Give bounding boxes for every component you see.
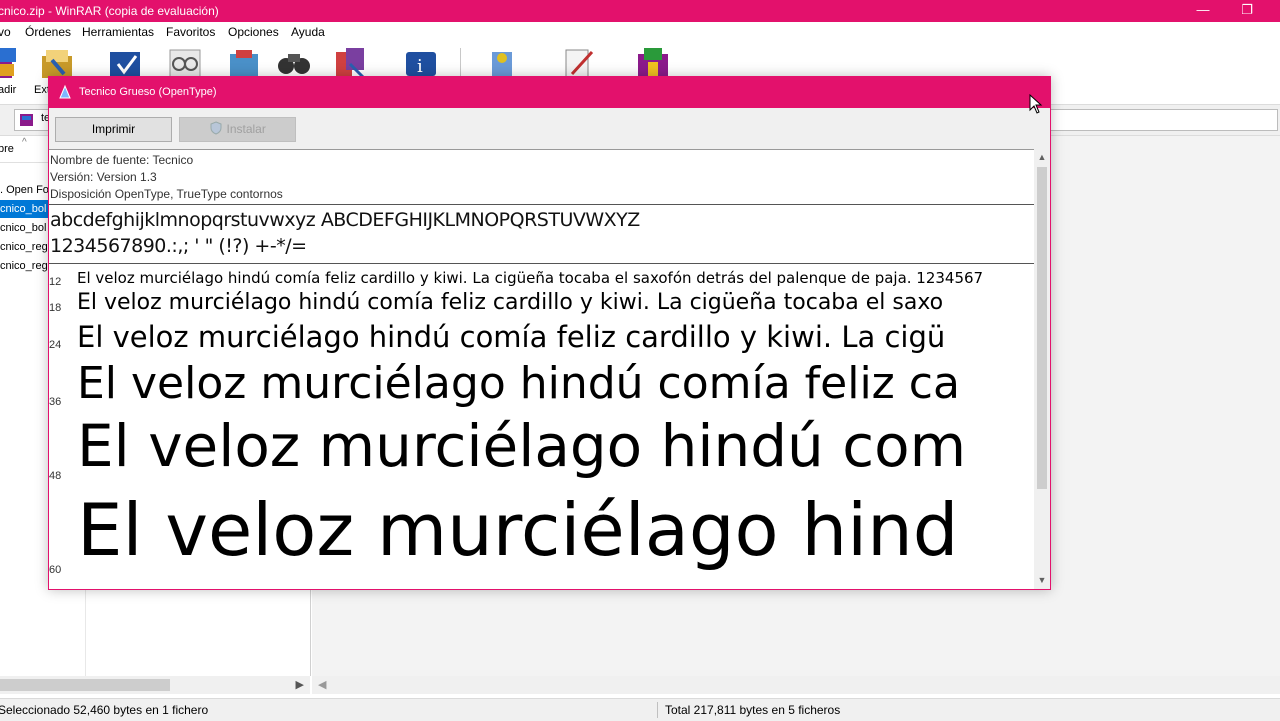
menu-tools[interactable]: Herramientas	[82, 22, 154, 42]
menu-help[interactable]: Ayuda	[291, 22, 325, 42]
menu-favorites[interactable]: Favoritos	[166, 22, 215, 42]
divider	[49, 204, 1034, 205]
status-bar: Seleccionado 52,460 bytes en 1 fichero T…	[0, 698, 1280, 721]
list-item[interactable]: cnico_reg	[0, 238, 48, 256]
dialog-title: Tecnico Grueso (OpenType)	[79, 86, 217, 98]
sample-line: El veloz murciélago hindú comía feliz ca	[77, 358, 960, 409]
preview-vertical-scrollbar[interactable]: ▲ ▼	[1034, 149, 1050, 588]
winrar-titlebar: cnico.zip - WinRAR (copia de evaluación)…	[0, 0, 1280, 22]
size-label: 12	[49, 276, 62, 288]
font-name: Nombre de fuente: Tecnico	[50, 153, 194, 167]
list-item[interactable]: cnico_reg	[0, 257, 48, 275]
install-button[interactable]: Instalar	[179, 117, 296, 142]
size-label: 60	[49, 564, 62, 576]
sample-line: El veloz murciélago hindú comía feliz ca…	[77, 269, 984, 287]
menu-options[interactable]: Opciones	[228, 22, 279, 42]
font-icon	[59, 84, 71, 99]
left-horizontal-scrollbar[interactable]: ▶	[0, 676, 310, 694]
font-viewer-dialog: Tecnico Grueso (OpenType) Imprimir Insta…	[48, 76, 1051, 590]
divider	[49, 263, 1034, 264]
print-button[interactable]: Imprimir	[55, 117, 172, 142]
digits-sample: 1234567890.:,; ' " (!?) +-*/=	[50, 235, 307, 257]
font-preview-area: Nombre de fuente: Tecnico Versión: Versi…	[49, 149, 1034, 589]
font-layout: Disposición OpenType, TrueType contornos	[50, 187, 283, 201]
list-item-open-folder[interactable]: . Open Fo	[0, 181, 49, 199]
install-label: Instalar	[226, 122, 266, 136]
chevron-up-icon[interactable]: ▲	[1034, 149, 1050, 165]
svg-text:i: i	[417, 56, 423, 77]
toolbar-add-label: adir	[0, 84, 17, 96]
status-divider	[657, 702, 658, 718]
dialog-titlebar: Tecnico Grueso (OpenType)	[49, 77, 1050, 108]
mouse-cursor-icon	[1029, 94, 1043, 114]
menu-file[interactable]: vo	[0, 22, 11, 42]
scroll-thumb[interactable]	[0, 679, 170, 691]
chevron-left-icon[interactable]: ◀	[318, 676, 326, 694]
sample-line: El veloz murciélago hindú comía feliz ca…	[77, 320, 946, 354]
size-label: 18	[49, 302, 62, 314]
minimize-button[interactable]: —	[1180, 0, 1226, 22]
scroll-thumb[interactable]	[1037, 167, 1047, 489]
sample-line: El veloz murciélago hindú com	[77, 412, 967, 480]
alphabet-sample: abcdefghijklmnopqrstuvwxyz ABCDEFGHIJKLM…	[50, 209, 640, 231]
right-horizontal-scrollbar[interactable]: ◀	[312, 676, 1280, 694]
window-title: cnico.zip - WinRAR (copia de evaluación)	[0, 4, 219, 18]
sample-line: El veloz murciélago hind	[77, 488, 959, 572]
shield-icon	[210, 121, 222, 135]
chevron-down-icon[interactable]: ▼	[1034, 572, 1050, 588]
font-version: Versión: Version 1.3	[50, 170, 157, 184]
sort-caret-icon: ^	[22, 137, 27, 148]
add-archive-icon[interactable]	[0, 46, 28, 82]
size-label: 24	[49, 339, 62, 351]
restore-button[interactable]: ❐	[1224, 0, 1270, 22]
status-total: Total 217,811 bytes en 5 ficheros	[665, 703, 841, 717]
list-item-selected[interactable]: cnico_bol	[0, 200, 50, 218]
size-label: 36	[49, 396, 62, 408]
status-selected: Seleccionado 52,460 bytes en 1 fichero	[0, 703, 209, 717]
sample-line: El veloz murciélago hindú comía feliz ca…	[77, 290, 944, 315]
list-item[interactable]: cnico_bol	[0, 219, 46, 237]
size-label: 48	[49, 470, 62, 482]
menu-bar: vo Órdenes Herramientas Favoritos Opcion…	[0, 22, 1280, 42]
menu-commands[interactable]: Órdenes	[25, 22, 71, 42]
chevron-right-icon[interactable]: ▶	[296, 676, 304, 694]
archive-icon	[20, 114, 33, 126]
